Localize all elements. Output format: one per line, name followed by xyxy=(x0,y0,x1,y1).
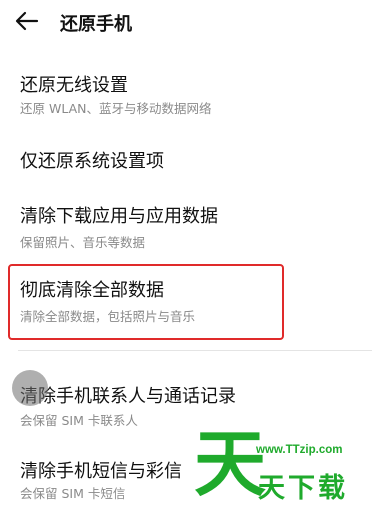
watermark-logo-char: 天 xyxy=(194,421,267,506)
back-button[interactable] xyxy=(14,10,40,32)
item-title: 还原无线设置 xyxy=(20,75,128,96)
item-title: 仅还原系统设置项 xyxy=(20,151,164,172)
top-bar: 还原手机 xyxy=(0,0,382,44)
site-watermark: 天 www.TTzip.com 天下载 xyxy=(194,424,382,519)
reset-system-settings-item[interactable]: 仅还原系统设置项 xyxy=(0,140,382,180)
reset-wireless-settings-item[interactable]: 还原无线设置 还原 WLAN、蓝牙与移动数据网络 xyxy=(0,66,382,122)
watermark-url: www.TTzip.com xyxy=(256,444,343,456)
page-title: 还原手机 xyxy=(60,14,132,35)
erase-all-data-item[interactable]: 彻底清除全部数据 清除全部数据，包括照片与音乐 xyxy=(0,270,382,332)
clear-downloaded-apps-item[interactable]: 清除下载应用与应用数据 保留照片、音乐等数据 xyxy=(0,196,382,252)
item-subtitle: 会保留 SIM 卡联系人 xyxy=(20,413,138,428)
item-title: 清除手机短信与彩信 xyxy=(20,461,182,482)
item-title: 彻底清除全部数据 xyxy=(20,280,164,301)
item-subtitle: 还原 WLAN、蓝牙与移动数据网络 xyxy=(20,101,212,116)
item-subtitle: 清除全部数据，包括照片与音乐 xyxy=(20,309,196,324)
item-subtitle: 保留照片、音乐等数据 xyxy=(20,235,146,250)
item-title: 清除下载应用与应用数据 xyxy=(20,206,218,227)
touch-indicator xyxy=(12,370,48,406)
watermark-text: 天下载 xyxy=(258,473,348,504)
item-title: 清除手机联系人与通话记录 xyxy=(20,386,236,407)
item-subtitle: 会保留 SIM 卡短信 xyxy=(20,486,126,501)
section-divider xyxy=(18,350,372,351)
arrow-left-icon xyxy=(15,11,39,31)
